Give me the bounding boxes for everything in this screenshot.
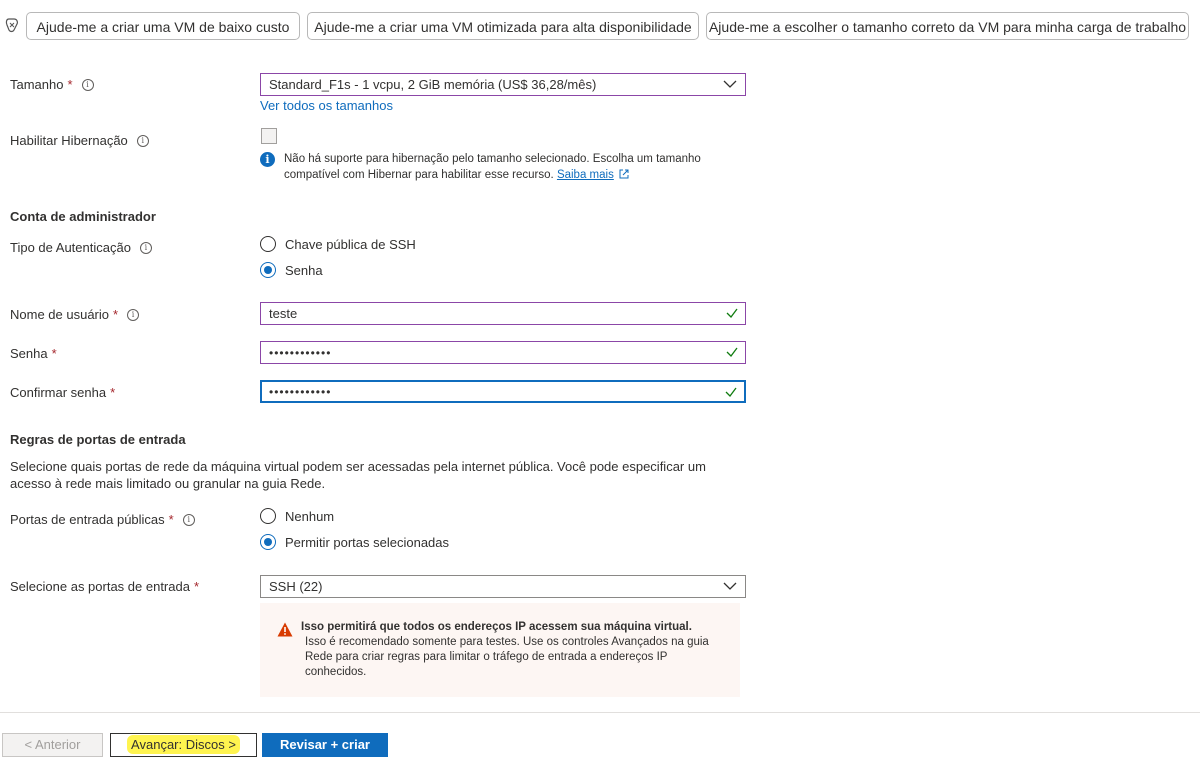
radio-ssh[interactable] bbox=[260, 236, 276, 252]
radio-password[interactable] bbox=[260, 262, 276, 278]
valid-check-icon bbox=[725, 387, 737, 397]
required-asterisk: * bbox=[110, 385, 116, 400]
size-label: Tamanho * i bbox=[10, 77, 94, 92]
required-asterisk: * bbox=[67, 77, 73, 92]
confirm-password-input[interactable]: •••••••••••• bbox=[260, 380, 746, 403]
auth-option-password[interactable]: Senha bbox=[260, 262, 323, 278]
public-ports-option-none[interactable]: Nenhum bbox=[260, 508, 334, 524]
select-ports-label: Selecione as portas de entrada * bbox=[10, 579, 200, 594]
copilot-icon bbox=[5, 18, 18, 33]
warning-body: Isso é recomendado somente para testes. … bbox=[305, 636, 709, 678]
info-icon[interactable]: i bbox=[81, 78, 94, 91]
public-ports-option-selected[interactable]: Permitir portas selecionadas bbox=[260, 534, 449, 550]
required-asterisk: * bbox=[193, 579, 200, 594]
valid-check-icon bbox=[726, 347, 738, 357]
confirm-password-label: Confirmar senha * bbox=[10, 385, 116, 400]
info-icon[interactable]: i bbox=[139, 241, 152, 254]
suggestion-chip-vm-size[interactable]: Ajude-me a escolher o tamanho correto da… bbox=[706, 12, 1189, 40]
required-asterisk: * bbox=[51, 346, 57, 361]
radio-allow-selected[interactable] bbox=[260, 534, 276, 550]
footer-divider bbox=[0, 712, 1200, 713]
size-select[interactable]: Standard_F1s - 1 vcpu, 2 GiB memória (US… bbox=[260, 73, 746, 96]
username-input[interactable]: teste bbox=[260, 302, 746, 325]
external-link-icon bbox=[619, 169, 629, 179]
password-label: Senha * bbox=[10, 346, 57, 361]
username-label: Nome de usuário * i bbox=[10, 307, 140, 322]
see-all-sizes-link[interactable]: Ver todos os tamanhos bbox=[260, 98, 393, 113]
warning-icon bbox=[277, 622, 293, 637]
hibernation-checkbox[interactable] bbox=[261, 128, 277, 144]
suggestion-chip-high-availability[interactable]: Ajude-me a criar uma VM otimizada para a… bbox=[307, 12, 699, 40]
warning-banner: Isso permitirá que todos os endereços IP… bbox=[260, 603, 740, 697]
ports-section-title: Regras de portas de entrada bbox=[10, 432, 186, 447]
info-icon[interactable]: i bbox=[136, 134, 149, 147]
required-asterisk: * bbox=[113, 307, 119, 322]
required-asterisk: * bbox=[168, 512, 174, 527]
radio-none[interactable] bbox=[260, 508, 276, 524]
previous-button[interactable]: < Anterior bbox=[2, 733, 103, 757]
ports-description: Selecione quais portas de rede da máquin… bbox=[10, 459, 706, 491]
auth-type-label: Tipo de Autenticação i bbox=[10, 240, 152, 255]
warning-text: Isso permitirá que todos os endereços IP… bbox=[301, 620, 731, 680]
learn-more-link[interactable]: Saiba mais bbox=[557, 169, 614, 181]
review-create-button[interactable]: Revisar + criar bbox=[262, 733, 388, 757]
hibernation-label: Habilitar Hibernação i bbox=[10, 133, 149, 148]
warning-title: Isso permitirá que todos os endereços IP… bbox=[301, 621, 692, 633]
info-icon[interactable]: i bbox=[182, 513, 195, 526]
chevron-down-icon bbox=[723, 582, 737, 590]
info-icon[interactable]: i bbox=[127, 308, 140, 321]
public-ports-label: Portas de entrada públicas * i bbox=[10, 512, 195, 527]
next-disks-button[interactable]: Avançar: Discos > bbox=[110, 733, 257, 757]
chevron-down-icon bbox=[723, 80, 737, 88]
valid-check-icon bbox=[726, 308, 738, 318]
inbound-ports-select[interactable]: SSH (22) bbox=[260, 575, 746, 598]
info-circle-icon: i bbox=[260, 152, 275, 167]
admin-section-title: Conta de administrador bbox=[10, 209, 156, 224]
password-input[interactable]: •••••••••••• bbox=[260, 341, 746, 364]
suggestion-chip-low-cost[interactable]: Ajude-me a criar uma VM de baixo custo bbox=[26, 12, 300, 40]
hibernation-note: Não há suporte para hibernação pelo tama… bbox=[284, 153, 701, 181]
auth-option-ssh[interactable]: Chave pública de SSH bbox=[260, 236, 416, 252]
